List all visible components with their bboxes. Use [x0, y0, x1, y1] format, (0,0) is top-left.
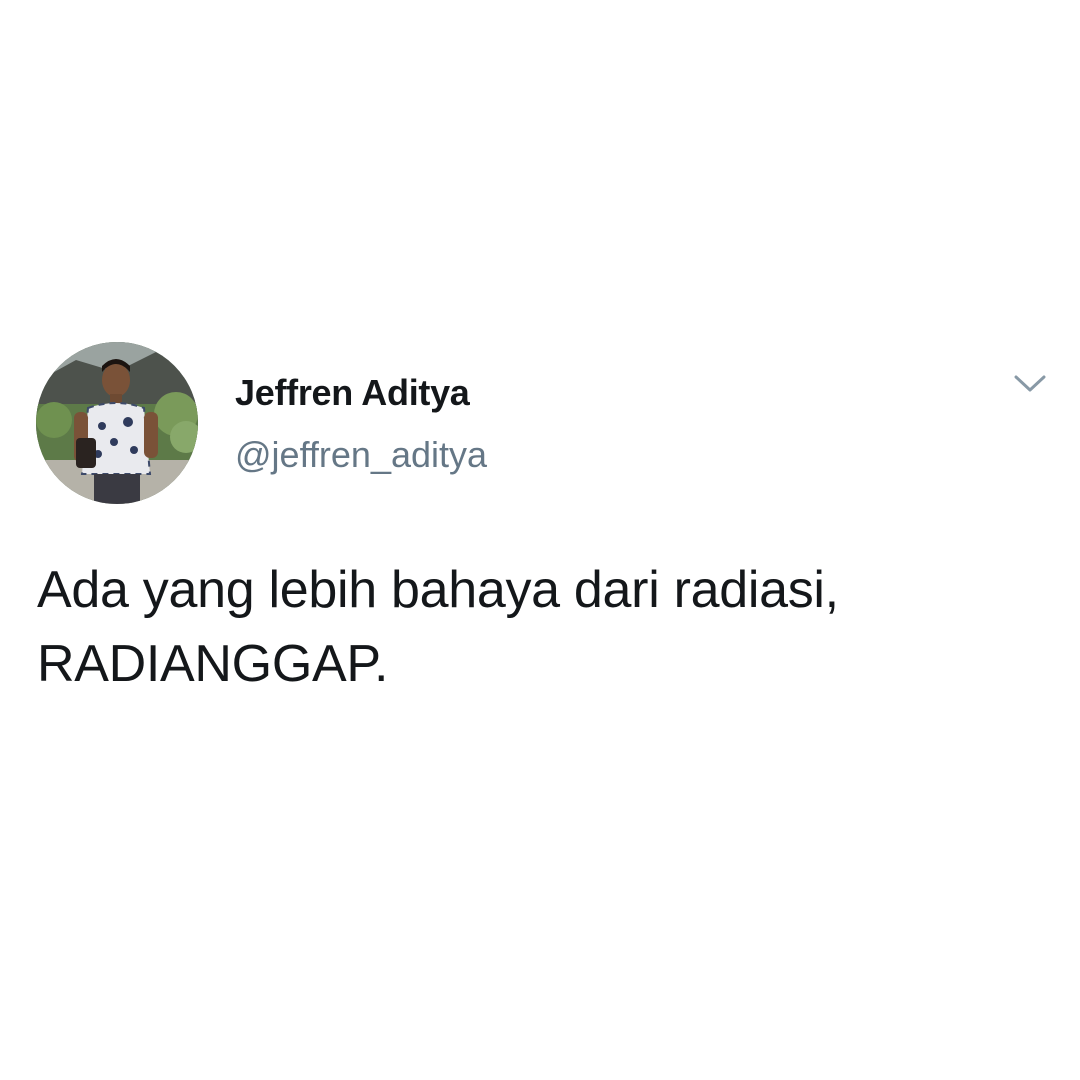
display-name[interactable]: Jeffren Aditya	[235, 372, 470, 414]
avatar-photo	[36, 342, 198, 504]
username-handle[interactable]: @jeffren_aditya	[235, 434, 487, 476]
chevron-down-icon[interactable]	[1008, 368, 1052, 398]
avatar[interactable]	[36, 342, 198, 504]
tweet-card: Jeffren Aditya @jeffren_aditya Ada yang …	[0, 308, 1080, 778]
tweet-text: Ada yang lebih bahaya dari radiasi, RADI…	[37, 561, 839, 693]
